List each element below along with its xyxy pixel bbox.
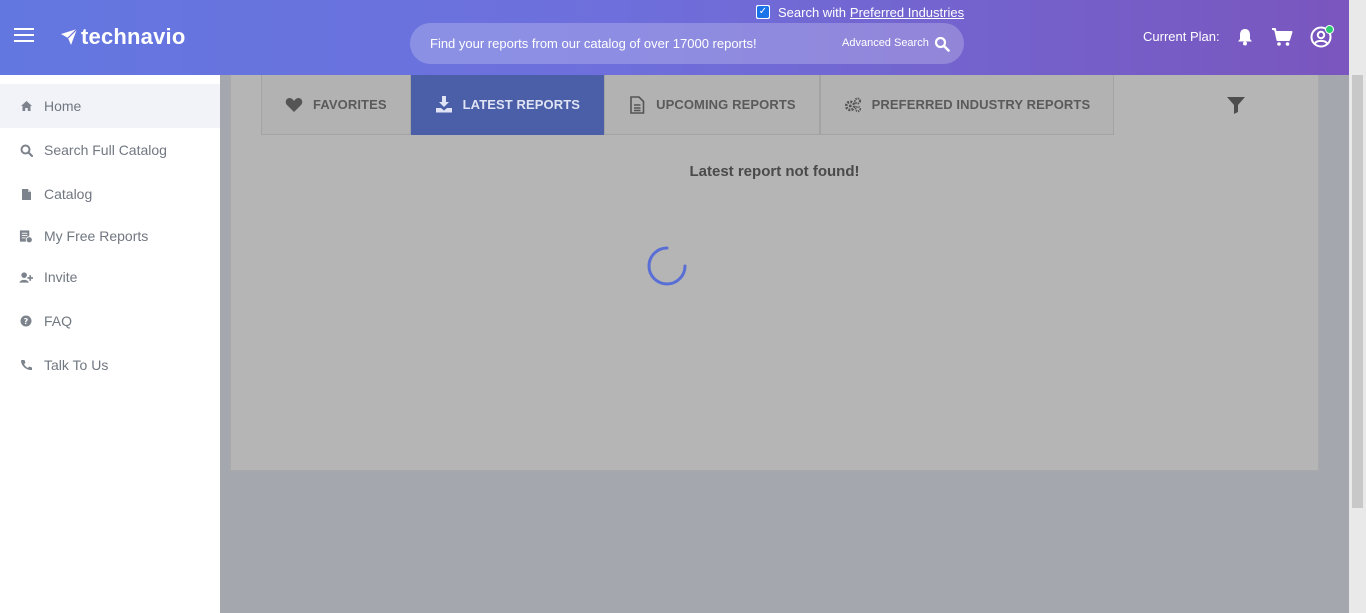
report-check-icon <box>19 229 33 243</box>
sidebar-item-label: My Free Reports <box>44 228 149 244</box>
loading-spinner-icon <box>647 246 687 286</box>
preferred-industries-link[interactable]: Preferred Industries <box>850 5 964 20</box>
catalog-search-bar[interactable]: Find your reports from our catalog of ov… <box>410 23 964 64</box>
tab-upcoming-reports[interactable]: UPCOMING REPORTS <box>604 75 820 135</box>
file-icon <box>19 187 33 201</box>
bell-icon[interactable] <box>1235 27 1255 47</box>
search-icon <box>19 143 33 157</box>
sidebar-item-catalog[interactable]: Catalog <box>0 172 220 216</box>
paper-plane-logo-icon <box>61 28 78 45</box>
tab-label: PREFERRED INDUSTRY REPORTS <box>871 97 1091 112</box>
question-circle-icon: ? <box>19 314 33 328</box>
preferred-industries-toggle[interactable]: ✓ Search with Preferred Industries <box>756 4 964 20</box>
sidebar-item-label: Talk To Us <box>44 357 109 373</box>
heart-icon <box>285 96 303 114</box>
online-status-dot <box>1325 25 1334 34</box>
current-plan-label: Current Plan: <box>1143 29 1220 44</box>
tab-latest-reports[interactable]: LATEST REPORTS <box>410 75 605 135</box>
sidebar-item-label: Invite <box>44 269 78 285</box>
cart-icon[interactable] <box>1271 27 1293 47</box>
report-tabs: FAVORITES LATEST REPORTS UPCOMING REPORT… <box>261 75 1115 135</box>
gears-icon <box>844 96 862 114</box>
sidebar-item-talk-to-us[interactable]: Talk To Us <box>0 343 220 387</box>
preferred-industries-checkbox[interactable]: ✓ <box>756 5 770 19</box>
user-plus-icon <box>19 270 33 284</box>
tab-favorites[interactable]: FAVORITES <box>261 75 411 135</box>
download-icon <box>435 96 453 114</box>
sidebar-item-my-free-reports[interactable]: My Free Reports <box>0 214 220 258</box>
empty-results-message: Latest report not found! <box>689 163 860 180</box>
sidebar-item-label: FAQ <box>44 313 73 329</box>
svg-text:?: ? <box>24 317 29 326</box>
advanced-search-link[interactable]: Advanced Search <box>842 37 929 49</box>
home-icon <box>19 99 33 113</box>
logo-text: technavio <box>81 24 186 49</box>
technavio-logo[interactable]: technavio <box>60 24 186 50</box>
sidebar-item-invite[interactable]: Invite <box>0 255 220 299</box>
sidebar-item-label: Search Full Catalog <box>44 142 167 158</box>
sidebar-item-home[interactable]: Home <box>0 84 220 128</box>
tab-label: LATEST REPORTS <box>462 97 581 112</box>
sidebar-item-label: Catalog <box>44 186 93 202</box>
document-icon <box>628 95 646 114</box>
top-header: technavio ✓ Search with Preferred Indust… <box>0 0 1366 75</box>
tab-preferred-industry-reports[interactable]: PREFERRED INDUSTRY REPORTS <box>819 75 1115 135</box>
phone-icon <box>19 358 33 372</box>
tab-label: UPCOMING REPORTS <box>656 97 796 112</box>
sidebar-item-faq[interactable]: ? FAQ <box>0 299 220 343</box>
scrollbar-thumb[interactable] <box>1352 75 1363 508</box>
sidebar-item-search-full-catalog[interactable]: Search Full Catalog <box>0 128 220 172</box>
sidebar-item-label: Home <box>44 98 82 114</box>
search-icon[interactable] <box>934 36 950 52</box>
search-input[interactable]: Find your reports from our catalog of ov… <box>430 36 757 51</box>
tab-label: FAVORITES <box>313 97 387 112</box>
hamburger-menu-icon[interactable] <box>14 28 34 44</box>
sidebar: Home Search Full Catalog Catalog My Free… <box>0 75 220 613</box>
filter-icon[interactable] <box>1226 95 1246 115</box>
preferred-prefix: Search with <box>778 4 846 20</box>
